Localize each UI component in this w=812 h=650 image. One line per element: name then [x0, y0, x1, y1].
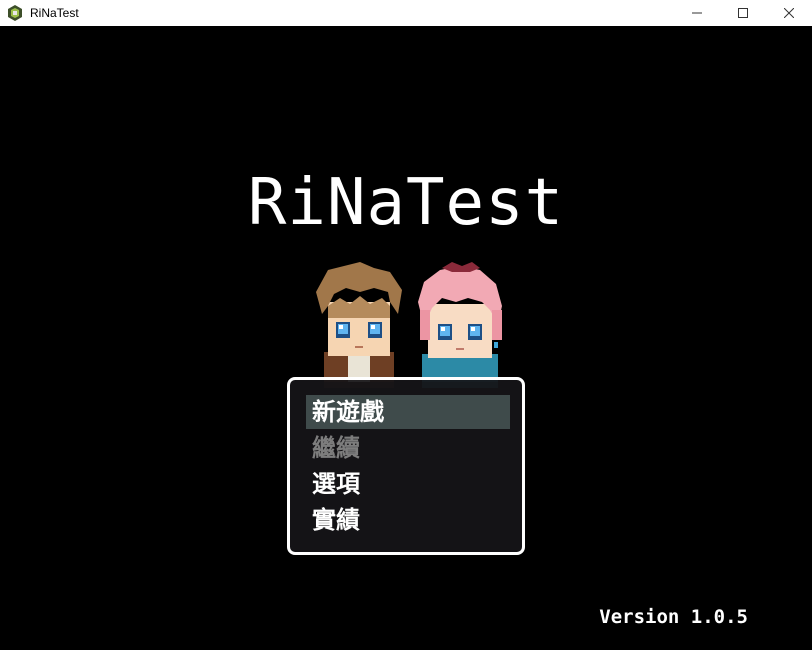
app-icon — [6, 4, 24, 22]
menu-item-continue[interactable]: 繼續 — [306, 431, 510, 465]
minimize-icon — [692, 12, 702, 14]
close-button[interactable] — [766, 0, 812, 26]
window-title: RiNaTest — [30, 6, 79, 20]
maximize-button[interactable] — [720, 0, 766, 26]
window-titlebar[interactable]: RiNaTest — [0, 0, 812, 26]
version-label: Version 1.0.5 — [599, 606, 748, 628]
menu-item-achievements[interactable]: 實績 — [306, 503, 510, 537]
minimize-button[interactable] — [674, 0, 720, 26]
menu-item-new-game[interactable]: 新遊戲 — [306, 395, 510, 429]
game-screen[interactable]: RiNaTest 新遊戲 繼續 選項 實績 Version 1.0.5 — [0, 26, 812, 650]
menu-item-options[interactable]: 選項 — [306, 467, 510, 501]
title-command-window: 新遊戲 繼續 選項 實績 — [287, 377, 525, 555]
maximize-icon — [738, 8, 748, 18]
window-controls — [674, 0, 812, 26]
game-title: RiNaTest — [247, 166, 565, 240]
close-icon — [784, 8, 794, 18]
